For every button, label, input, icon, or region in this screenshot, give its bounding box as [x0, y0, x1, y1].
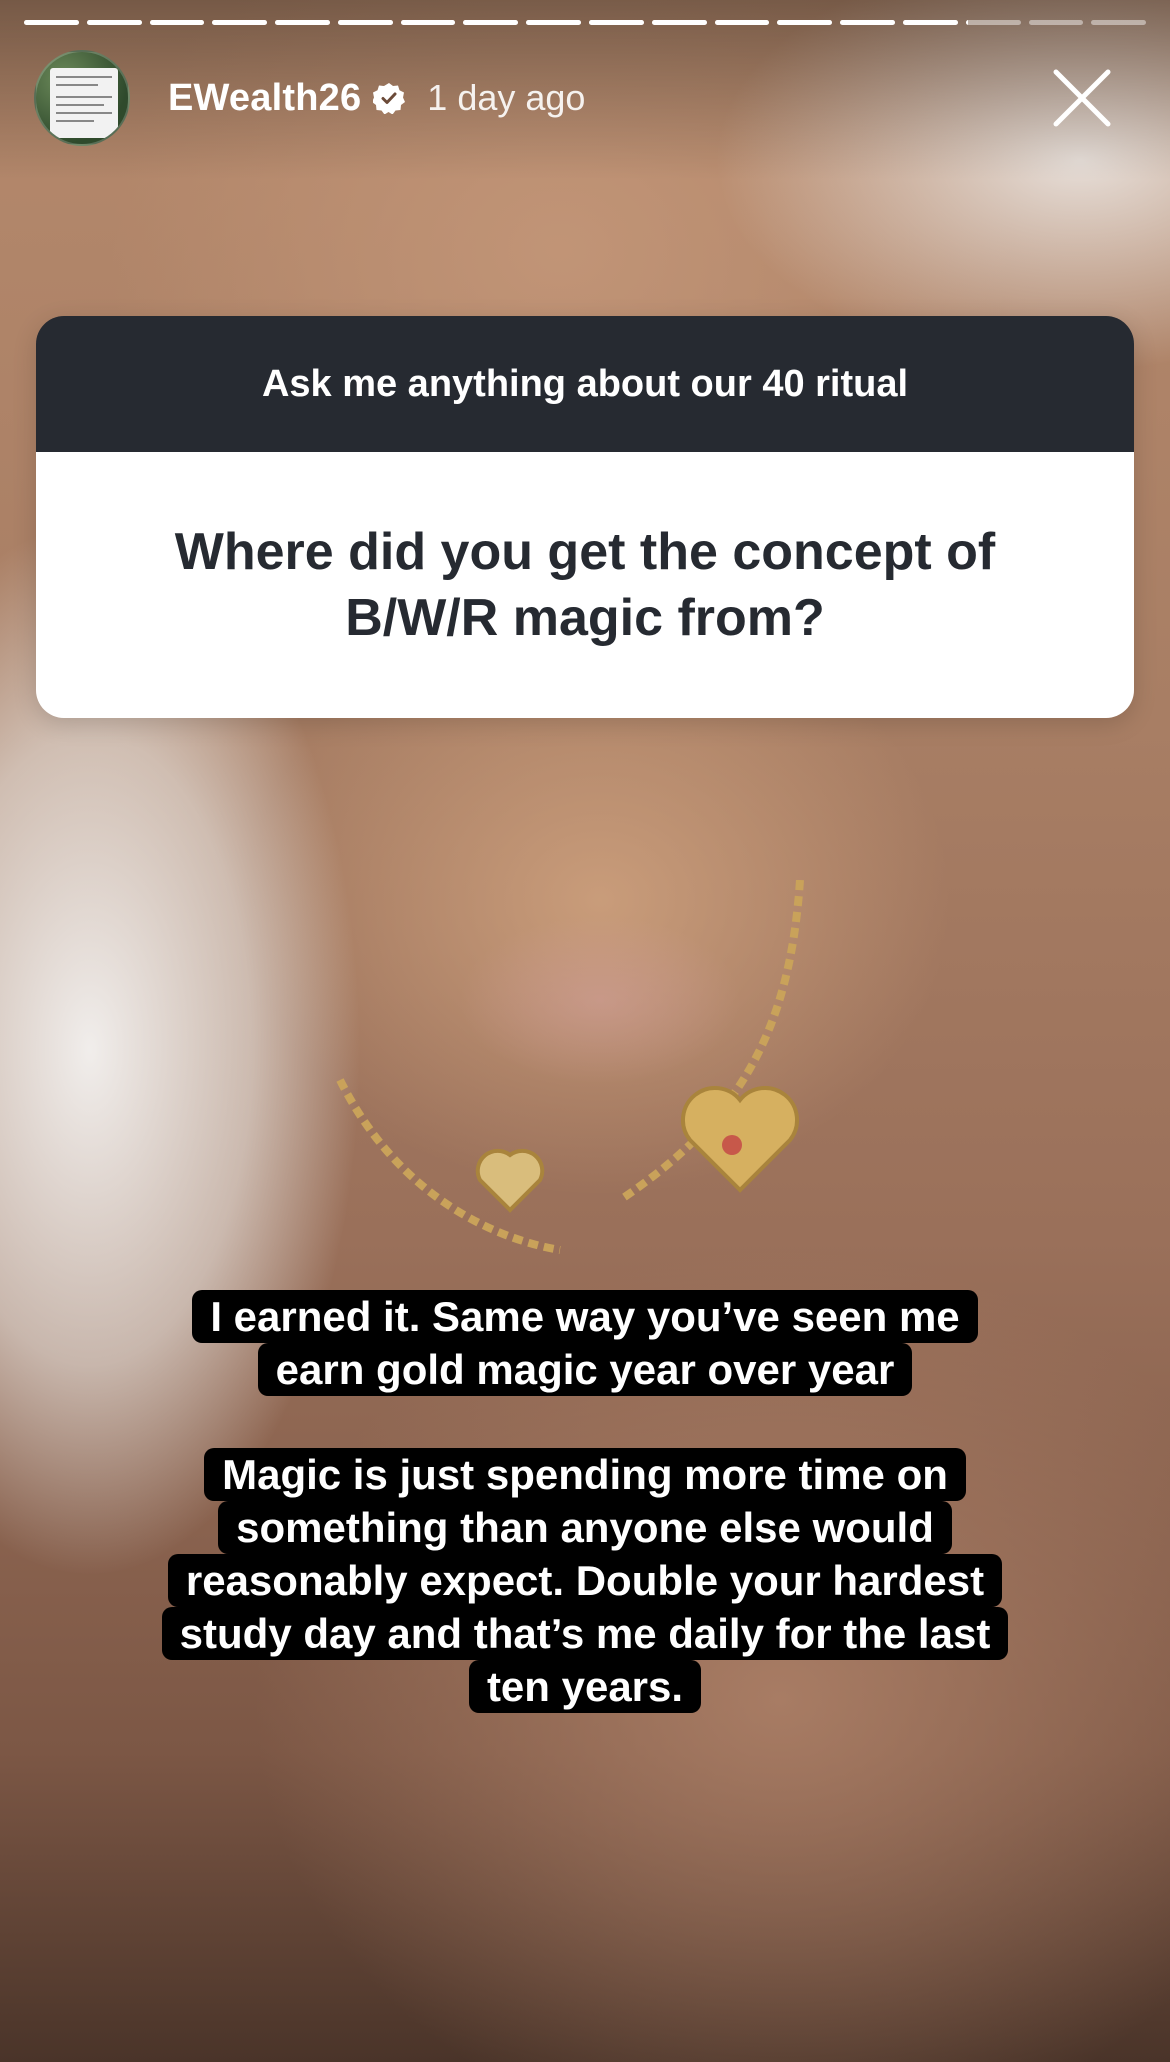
progress-segment-fill [149, 20, 205, 25]
progress-segment [840, 20, 895, 25]
progress-segment-fill [275, 20, 330, 25]
progress-segment-fill [902, 20, 958, 25]
story-viewer[interactable]: EWealth26 1 day ago Ask me anything abou… [0, 0, 1170, 2062]
progress-segment [651, 20, 707, 25]
progress-segment [212, 20, 268, 25]
caption-line: I earned it. Same way you’ve seen me [192, 1290, 978, 1343]
progress-segment [589, 20, 644, 25]
caption-block-answer: I earned it. Same way you’ve seen me ear… [0, 1290, 1170, 1396]
avatar-card [50, 68, 118, 138]
progress-segment-fill [337, 20, 393, 25]
caption-line: study day and that’s me daily for the la… [161, 1607, 1009, 1660]
progress-segment-fill [777, 20, 833, 25]
caption-line: Magic is just spending more time on [204, 1448, 966, 1501]
caption-line: reasonably expect. Double your hardest [167, 1554, 1003, 1607]
progress-segment [149, 20, 205, 25]
story-progress-bar [24, 20, 1147, 25]
necklace-graphic [336, 880, 804, 1254]
progress-segment-fill [400, 20, 456, 25]
progress-segment [526, 20, 582, 25]
progress-segment-fill [526, 20, 582, 25]
progress-segment-fill [714, 20, 770, 25]
progress-segment-fill [86, 20, 142, 25]
progress-segment-fill [589, 20, 644, 25]
progress-segment [1028, 20, 1084, 25]
progress-segment-fill [965, 20, 969, 25]
progress-segment-fill [24, 20, 79, 25]
progress-segment [275, 20, 330, 25]
caption-line: something than anyone else would [218, 1501, 952, 1554]
story-header: EWealth26 1 day ago [34, 50, 585, 146]
story-timestamp: 1 day ago [427, 77, 586, 118]
progress-segment-fill [463, 20, 519, 25]
progress-segment [337, 20, 393, 25]
progress-segment [1091, 20, 1147, 25]
progress-segment-fill [651, 20, 707, 25]
progress-segment [400, 20, 456, 25]
question-sticker-question: Where did you get the concept of B/W/R m… [36, 452, 1134, 718]
verified-badge-icon [373, 83, 406, 114]
close-icon[interactable] [1050, 66, 1114, 130]
progress-segment-fill [840, 20, 895, 25]
progress-segment [777, 20, 833, 25]
progress-segment [24, 20, 79, 25]
progress-segment [965, 20, 1021, 25]
caption-block-explanation: Magic is just spending more time on some… [0, 1448, 1170, 1713]
progress-segment [714, 20, 770, 25]
progress-segment [86, 20, 142, 25]
progress-segment [902, 20, 958, 25]
caption-line: ten years. [468, 1660, 702, 1713]
story-avatar-thumbnail[interactable] [34, 50, 130, 146]
question-sticker-prompt: Ask me anything about our 40 ritual [36, 316, 1134, 452]
question-sticker[interactable]: Ask me anything about our 40 ritual Wher… [36, 316, 1134, 718]
progress-segment-fill [212, 20, 268, 25]
progress-segment [463, 20, 519, 25]
caption-line: earn gold magic year over year [257, 1343, 913, 1396]
username[interactable]: EWealth26 [168, 77, 361, 120]
